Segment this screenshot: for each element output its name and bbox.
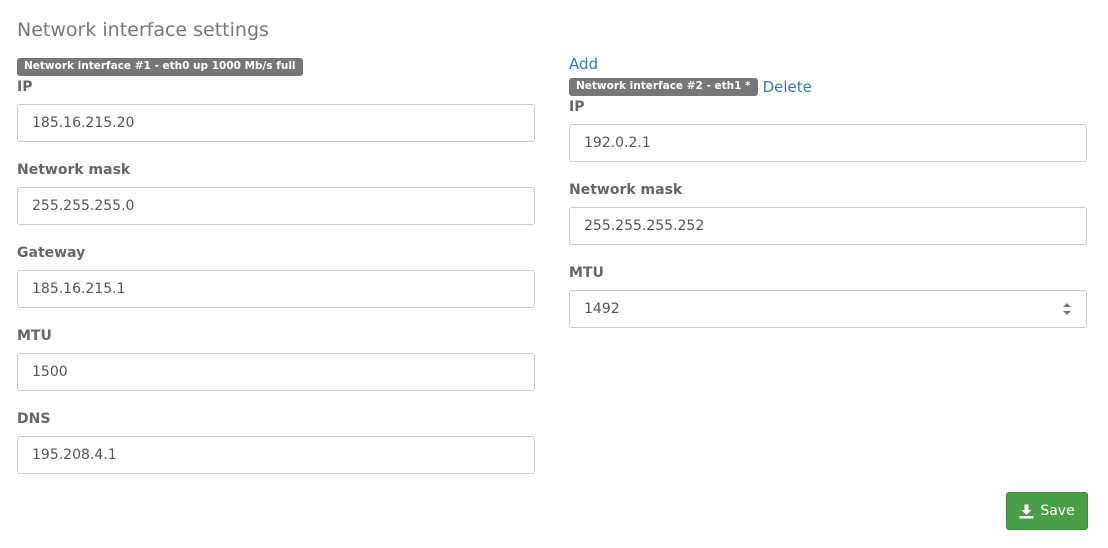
network-mask-field-group: Network mask — [569, 181, 1087, 245]
dns-label: DNS — [17, 411, 51, 427]
interface-1-panel: Network interface #1 - eth0 up 1000 Mb/s… — [17, 56, 535, 474]
interface-2-header: Network interface #2 - eth1 * Delete — [569, 76, 1087, 98]
gateway-input[interactable] — [17, 270, 535, 308]
page-title: Network interface settings — [17, 19, 269, 41]
gateway-field-group: Gateway — [17, 244, 535, 308]
mtu-input[interactable] — [17, 353, 535, 391]
ip-input[interactable] — [569, 124, 1087, 162]
ip-input[interactable] — [17, 104, 535, 142]
network-mask-label: Network mask — [17, 162, 131, 178]
interface-2-panel: Add Network interface #2 - eth1 * Delete… — [569, 54, 1087, 328]
spinner-arrows-icon[interactable] — [1061, 301, 1073, 317]
mtu-spinner-wrapper — [569, 290, 1087, 328]
ip-label: IP — [569, 99, 585, 115]
ip-field-group: IP — [569, 98, 1087, 162]
network-mask-label: Network mask — [569, 182, 683, 198]
save-button-label: Save — [1040, 503, 1075, 519]
network-mask-input[interactable] — [17, 187, 535, 225]
mtu-label: MTU — [17, 328, 52, 344]
mtu-number-input[interactable] — [569, 290, 1087, 328]
network-mask-input[interactable] — [569, 207, 1087, 245]
dns-input[interactable] — [17, 436, 535, 474]
gateway-label: Gateway — [17, 245, 86, 261]
add-interface-link[interactable]: Add — [569, 54, 1087, 76]
network-mask-field-group: Network mask — [17, 161, 535, 225]
dns-field-group: DNS — [17, 410, 535, 474]
mtu-field-group: MTU — [569, 264, 1087, 328]
download-icon — [1019, 504, 1034, 518]
save-button[interactable]: Save — [1006, 492, 1088, 530]
mtu-label: MTU — [569, 265, 604, 281]
ip-label: IP — [17, 79, 33, 95]
interface-1-badge: Network interface #1 - eth0 up 1000 Mb/s… — [17, 58, 303, 76]
ip-field-group: IP — [17, 78, 535, 142]
mtu-field-group: MTU — [17, 327, 535, 391]
interface-1-header: Network interface #1 - eth0 up 1000 Mb/s… — [17, 56, 535, 78]
interface-2-badge: Network interface #2 - eth1 * — [569, 78, 758, 96]
delete-interface-link[interactable]: Delete — [763, 78, 812, 96]
